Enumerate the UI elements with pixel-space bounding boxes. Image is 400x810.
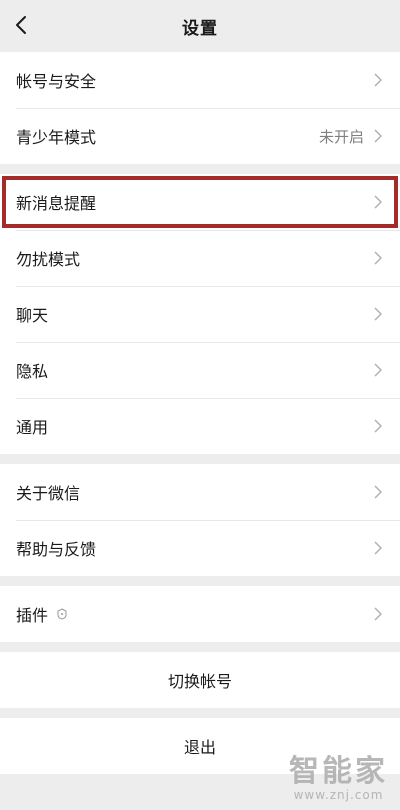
teen-mode-status: 未开启 — [318, 127, 364, 146]
chevron-right-icon — [372, 193, 384, 211]
settings-item-label: 聊天 — [16, 306, 49, 325]
chevron-right-icon — [372, 605, 384, 623]
settings-item-label: 青少年模式 — [16, 128, 97, 147]
settings-item-label: 帐号与安全 — [16, 72, 97, 91]
chevron-right-icon — [372, 71, 384, 89]
settings-item-label: 新消息提醒 — [16, 194, 97, 213]
settings-item-new-message-notification[interactable]: 新消息提醒 — [0, 174, 400, 230]
page-title: 设置 — [182, 19, 218, 39]
chevron-right-icon — [372, 127, 384, 145]
watermark-url: www.znj.com — [293, 788, 384, 802]
watermark-brand: 智能家 — [289, 754, 388, 789]
chevron-right-icon — [372, 417, 384, 435]
settings-item-account-security[interactable]: 帐号与安全 — [0, 52, 400, 108]
settings-item-help-feedback[interactable]: 帮助与反馈 — [0, 520, 400, 576]
watermark: 智能家 www.znj.com — [289, 754, 388, 803]
settings-item-label: 插件 — [16, 606, 49, 625]
settings-item-label: 通用 — [16, 418, 49, 437]
group-gap — [0, 454, 400, 464]
chevron-right-icon — [372, 483, 384, 501]
settings-item-teen-mode[interactable]: 青少年模式 未开启 — [0, 108, 400, 164]
settings-group-account: 帐号与安全 青少年模式 未开启 — [0, 52, 400, 164]
plugin-alert-icon — [56, 608, 68, 620]
group-gap — [0, 708, 400, 718]
settings-group-about: 关于微信 帮助与反馈 — [0, 464, 400, 576]
settings-item-chat[interactable]: 聊天 — [0, 286, 400, 342]
settings-group-general: 新消息提醒 勿扰模式 聊天 隐私 通用 — [0, 174, 400, 454]
chevron-right-icon — [372, 305, 384, 323]
switch-account-button[interactable]: 切换帐号 — [0, 652, 400, 708]
chevron-right-icon — [372, 361, 384, 379]
settings-item-plugins[interactable]: 插件 — [0, 586, 400, 642]
chevron-right-icon — [372, 249, 384, 267]
settings-item-label: 隐私 — [16, 362, 49, 381]
settings-item-label: 帮助与反馈 — [16, 540, 97, 559]
settings-item-label: 勿扰模式 — [16, 250, 81, 269]
settings-item-privacy[interactable]: 隐私 — [0, 342, 400, 398]
group-gap — [0, 164, 400, 174]
settings-item-general[interactable]: 通用 — [0, 398, 400, 454]
group-gap — [0, 642, 400, 652]
settings-item-label: 关于微信 — [16, 484, 81, 503]
settings-group-plugins: 插件 — [0, 586, 400, 642]
group-gap — [0, 576, 400, 586]
chevron-right-icon — [372, 539, 384, 557]
settings-item-about-wechat[interactable]: 关于微信 — [0, 464, 400, 520]
top-nav-bar: 设置 — [0, 0, 400, 52]
settings-item-do-not-disturb[interactable]: 勿扰模式 — [0, 230, 400, 286]
